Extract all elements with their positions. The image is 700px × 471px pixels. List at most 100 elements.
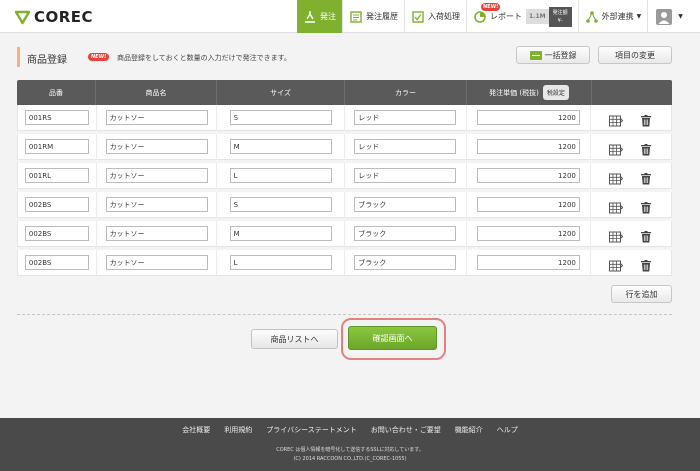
header-name: 商品名 xyxy=(96,80,217,105)
price-input[interactable]: 1200 xyxy=(476,110,580,125)
code-input[interactable]: 002BS xyxy=(24,255,89,270)
trash-icon[interactable] xyxy=(639,228,653,242)
order-icon xyxy=(303,10,317,24)
footer-link-terms[interactable]: 利用規約 xyxy=(224,425,252,435)
size-input[interactable]: M xyxy=(229,139,332,154)
user-menu[interactable]: ▼ xyxy=(647,0,691,33)
nav-report[interactable]: NEW! レポート 1.1M 発注額 ¥- xyxy=(466,0,578,33)
table-cell: レッド xyxy=(345,133,467,160)
divider xyxy=(17,314,672,315)
table-cell: 1200 xyxy=(467,249,592,276)
nav-receive[interactable]: 入荷処理 xyxy=(404,0,466,33)
footer-link-privacy[interactable]: プライバシーステートメント xyxy=(266,425,357,435)
chevron-down-icon: ▼ xyxy=(678,13,683,20)
table-row: 002BS カットソー M ブラック 1200 xyxy=(17,220,672,247)
table-cell: 1200 xyxy=(467,162,592,189)
name-input[interactable]: カットソー xyxy=(105,226,208,241)
code-input[interactable]: 001RM xyxy=(24,139,89,154)
footer-link-features[interactable]: 機能紹介 xyxy=(455,425,483,435)
table-header: 品番 商品名 サイズ カラー 発注単価 (税抜) 税設定 xyxy=(17,80,672,105)
trash-icon[interactable] xyxy=(639,141,653,155)
code-input[interactable]: 001RS xyxy=(24,110,89,125)
new-badge: NEW! xyxy=(481,3,501,11)
table-cell: 1200 xyxy=(467,220,592,247)
name-input[interactable]: カットソー xyxy=(105,110,208,125)
price-input[interactable]: 1200 xyxy=(476,139,580,154)
header-actions xyxy=(592,80,672,105)
size-input[interactable]: S xyxy=(229,197,332,212)
table-cell: S xyxy=(217,104,345,131)
size-input[interactable]: S xyxy=(229,110,332,125)
table-cell: 002BS xyxy=(18,249,97,276)
table-cell: ブラック xyxy=(345,249,467,276)
user-icon xyxy=(656,8,673,25)
size-input[interactable]: L xyxy=(229,168,332,183)
edit-details-icon[interactable] xyxy=(609,199,624,213)
color-input[interactable]: ブラック xyxy=(354,197,457,212)
edit-details-icon[interactable] xyxy=(609,112,624,126)
price-input[interactable]: 1200 xyxy=(476,168,580,183)
footer-copyright: (C) 2014 RACCOON CO.,LTD.(C_COREC-1055) xyxy=(293,456,407,462)
edit-details-icon[interactable] xyxy=(609,141,624,155)
nav-history[interactable]: 発注履歴 xyxy=(342,0,404,33)
table-cell: M xyxy=(217,220,345,247)
footer-link-help[interactable]: ヘルプ xyxy=(497,425,518,435)
bulk-register-button[interactable]: 一括登録 xyxy=(516,46,590,64)
nav-order[interactable]: 発注 xyxy=(297,0,342,33)
code-input[interactable]: 002BS xyxy=(24,197,89,212)
edit-details-icon[interactable] xyxy=(609,170,624,184)
name-input[interactable]: カットソー xyxy=(105,168,208,183)
nav-label: 外部連携 xyxy=(601,12,634,21)
button-label: 商品リストへ xyxy=(270,334,319,344)
color-input[interactable]: ブラック xyxy=(354,255,457,270)
counter-value: 1.1M xyxy=(526,9,549,24)
share-icon xyxy=(585,10,599,24)
footer-link-contact[interactable]: お問い合わせ・ご要望 xyxy=(371,425,441,435)
table-row: 001RS カットソー S レッド 1200 xyxy=(17,104,672,131)
footer-link-company[interactable]: 会社概要 xyxy=(182,425,210,435)
order-amount-counter: 1.1M 発注額 ¥- xyxy=(526,6,572,27)
change-columns-button[interactable]: 項目の変更 xyxy=(598,46,672,64)
edit-details-icon[interactable] xyxy=(609,228,624,242)
color-input[interactable]: レッド xyxy=(354,168,457,183)
row-actions xyxy=(591,134,671,160)
price-input[interactable]: 1200 xyxy=(476,255,580,270)
add-row-button[interactable]: 行を追加 xyxy=(611,285,672,303)
color-input[interactable]: レッド xyxy=(354,110,457,125)
header-size: サイズ xyxy=(217,80,345,105)
table-cell: 002BS xyxy=(18,191,97,218)
trash-icon[interactable] xyxy=(639,199,653,213)
product-list-button[interactable]: 商品リストへ xyxy=(251,329,338,349)
color-input[interactable]: ブラック xyxy=(354,226,457,241)
header-code: 品番 xyxy=(17,80,96,105)
edit-details-icon[interactable] xyxy=(609,257,624,271)
price-input[interactable]: 1200 xyxy=(476,197,580,212)
trash-icon[interactable] xyxy=(639,170,653,184)
footer-links: 会社概要 利用規約 プライバシーステートメント お問い合わせ・ご要望 機能紹介 … xyxy=(0,425,700,435)
color-input[interactable]: レッド xyxy=(354,139,457,154)
tax-settings-button[interactable]: 税設定 xyxy=(542,85,569,100)
confirm-button[interactable]: 確認画面へ xyxy=(348,326,437,350)
row-actions xyxy=(591,250,671,276)
app-header: COREC 発注 発注履歴 入荷処理 NEW! レポート 1.1M 発注額 ¥-… xyxy=(0,0,700,33)
size-input[interactable]: L xyxy=(229,255,332,270)
table-cell: 001RL xyxy=(18,162,97,189)
trash-icon[interactable] xyxy=(639,257,653,271)
code-input[interactable]: 001RL xyxy=(24,168,89,183)
table-cell: 1200 xyxy=(467,133,592,160)
nav-integration[interactable]: 外部連携 ▼ xyxy=(577,0,648,33)
table-cell: ブラック xyxy=(345,191,467,218)
size-input[interactable]: M xyxy=(229,226,332,241)
trash-icon[interactable] xyxy=(639,112,653,126)
logo[interactable]: COREC xyxy=(14,7,93,27)
button-label: 行を追加 xyxy=(625,289,658,299)
name-input[interactable]: カットソー xyxy=(105,197,208,212)
footer: 会社概要 利用規約 プライバシーステートメント お問い合わせ・ご要望 機能紹介 … xyxy=(0,418,700,471)
code-input[interactable]: 002BS xyxy=(24,226,89,241)
name-input[interactable]: カットソー xyxy=(105,139,208,154)
title-accent xyxy=(17,47,20,67)
name-input[interactable]: カットソー xyxy=(105,255,208,270)
corec-logo-icon xyxy=(14,10,31,24)
table-cell: 002BS xyxy=(18,220,97,247)
price-input[interactable]: 1200 xyxy=(476,226,580,241)
